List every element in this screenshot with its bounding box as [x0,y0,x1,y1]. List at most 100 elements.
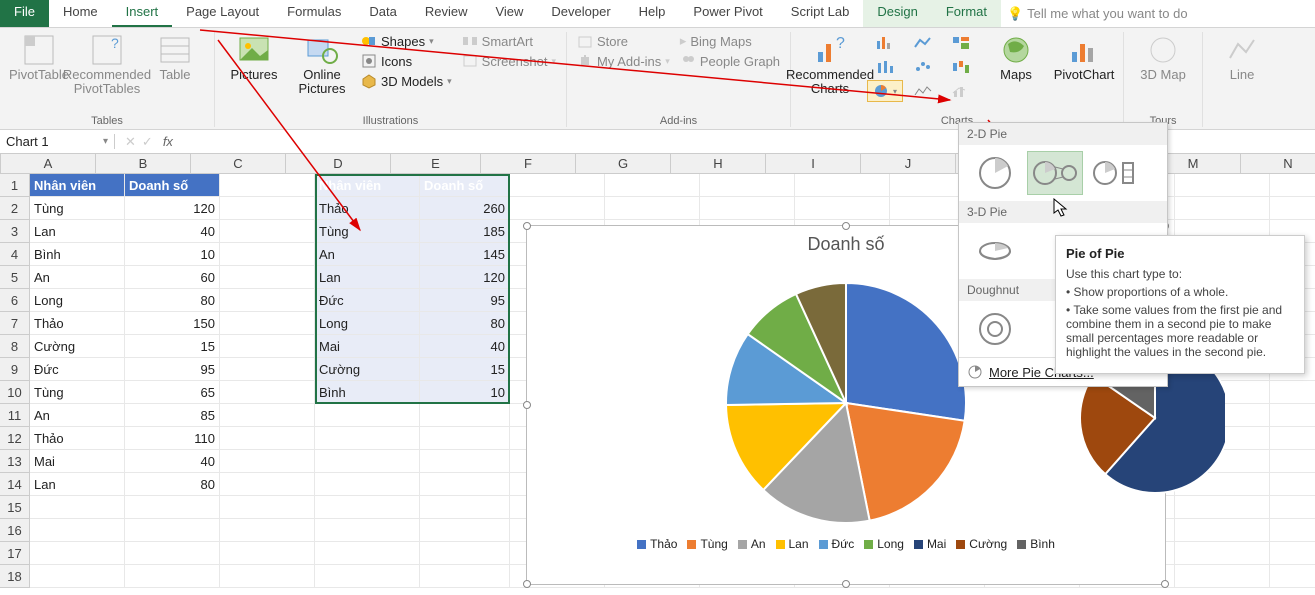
store-button[interactable]: Store [575,32,672,50]
cell-A3[interactable]: Lan [30,220,125,243]
cell-G1[interactable] [605,174,700,197]
row-header-4[interactable]: 4 [0,243,30,266]
cell-F2[interactable] [510,197,605,220]
cell-E8[interactable]: 40 [420,335,510,358]
shapes-button[interactable]: Shapes▾ [359,32,454,50]
tab-design[interactable]: Design [863,0,931,27]
people-graph-button[interactable]: People Graph [678,52,782,70]
cell-D17[interactable] [315,542,420,565]
cell-B1[interactable]: Doanh số [125,174,220,197]
cell-C15[interactable] [220,496,315,519]
cell-D8[interactable]: Mai [315,335,420,358]
cell-B10[interactable]: 65 [125,381,220,404]
cell-M1[interactable] [1175,174,1270,197]
column-header-D[interactable]: D [286,154,391,174]
cell-B5[interactable]: 60 [125,266,220,289]
scatter-chart-button[interactable] [905,56,941,78]
cell-N11[interactable] [1270,404,1315,427]
cell-A10[interactable]: Tùng [30,381,125,404]
cancel-icon[interactable]: ✕ [125,134,136,150]
cell-E5[interactable]: 120 [420,266,510,289]
statistic-chart-button[interactable] [867,56,903,78]
legend-item[interactable]: Bình [1017,537,1055,551]
cell-C18[interactable] [220,565,315,588]
cell-C17[interactable] [220,542,315,565]
row-header-13[interactable]: 13 [0,450,30,473]
tab-file[interactable]: File [0,0,49,27]
cell-E18[interactable] [420,565,510,588]
cell-C7[interactable] [220,312,315,335]
row-header-3[interactable]: 3 [0,220,30,243]
cell-C1[interactable] [220,174,315,197]
column-header-C[interactable]: C [191,154,286,174]
cell-B6[interactable]: 80 [125,289,220,312]
row-header-5[interactable]: 5 [0,266,30,289]
recommended-charts-button[interactable]: ?Recommended Charts [799,32,861,98]
cell-C9[interactable] [220,358,315,381]
cell-B13[interactable]: 40 [125,450,220,473]
cell-C11[interactable] [220,404,315,427]
row-header-1[interactable]: 1 [0,174,30,197]
tab-view[interactable]: View [481,0,537,27]
cell-B2[interactable]: 120 [125,197,220,220]
cell-B16[interactable] [125,519,220,542]
cell-A14[interactable]: Lan [30,473,125,496]
row-header-14[interactable]: 14 [0,473,30,496]
tab-data[interactable]: Data [355,0,410,27]
cell-D7[interactable]: Long [315,312,420,335]
cell-A6[interactable]: Long [30,289,125,312]
legend-item[interactable]: An [738,537,766,551]
cell-N12[interactable] [1270,427,1315,450]
table-button[interactable]: Table [144,32,206,84]
legend-item[interactable]: Long [864,537,904,551]
cell-C13[interactable] [220,450,315,473]
name-box[interactable]: Chart 1▾ [0,134,115,149]
tab-review[interactable]: Review [411,0,482,27]
cell-B14[interactable]: 80 [125,473,220,496]
tab-page-layout[interactable]: Page Layout [172,0,273,27]
cell-N15[interactable] [1270,496,1315,519]
cell-B17[interactable] [125,542,220,565]
recommended-pivottables-button[interactable]: ?Recommended PivotTables [76,32,138,98]
screenshot-button[interactable]: Screenshot▾ [460,52,558,70]
cell-C14[interactable] [220,473,315,496]
cell-I1[interactable] [795,174,890,197]
tell-me-search[interactable]: 💡 Tell me what you want to do [1001,0,1188,27]
row-header-6[interactable]: 6 [0,289,30,312]
cell-B9[interactable]: 95 [125,358,220,381]
cell-E4[interactable]: 145 [420,243,510,266]
cell-B11[interactable]: 85 [125,404,220,427]
cell-N1[interactable] [1270,174,1315,197]
row-header-16[interactable]: 16 [0,519,30,542]
cell-E7[interactable]: 80 [420,312,510,335]
tab-power-pivot[interactable]: Power Pivot [679,0,776,27]
cell-M18[interactable] [1175,565,1270,588]
cell-E15[interactable] [420,496,510,519]
pie-of-pie-option[interactable] [1027,151,1083,195]
cell-A18[interactable] [30,565,125,588]
hierarchy-chart-button[interactable] [943,32,979,54]
tab-home[interactable]: Home [49,0,112,27]
cell-C4[interactable] [220,243,315,266]
cell-D18[interactable] [315,565,420,588]
legend-item[interactable]: Mai [914,537,946,551]
maps-button[interactable]: Maps [985,32,1047,84]
cell-N14[interactable] [1270,473,1315,496]
cell-B3[interactable]: 40 [125,220,220,243]
legend-item[interactable]: Lan [776,537,809,551]
cell-G2[interactable] [605,197,700,220]
row-header-8[interactable]: 8 [0,335,30,358]
doughnut-option[interactable] [967,307,1023,351]
sparkline-line-button[interactable]: Line [1211,32,1273,84]
cell-D14[interactable] [315,473,420,496]
cell-B7[interactable]: 150 [125,312,220,335]
cell-D2[interactable]: Thảo [315,197,420,220]
cell-A13[interactable]: Mai [30,450,125,473]
row-header-10[interactable]: 10 [0,381,30,404]
cell-C16[interactable] [220,519,315,542]
cell-A8[interactable]: Cường [30,335,125,358]
pictures-button[interactable]: Pictures [223,32,285,84]
cell-D16[interactable] [315,519,420,542]
cell-M2[interactable] [1175,197,1270,220]
cell-D10[interactable]: Bình [315,381,420,404]
